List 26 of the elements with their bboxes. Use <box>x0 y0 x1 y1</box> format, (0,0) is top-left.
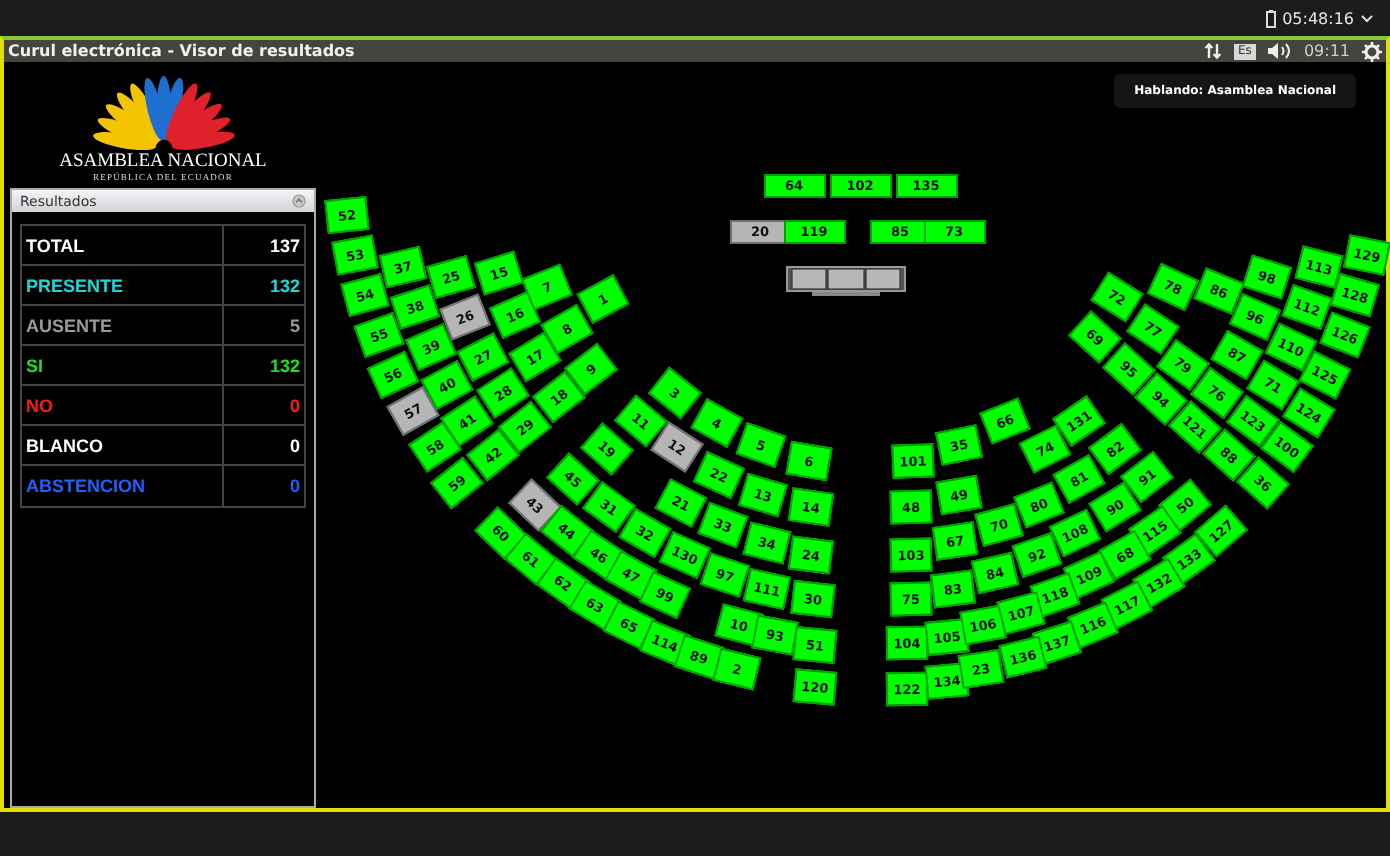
battery-icon <box>1266 9 1277 27</box>
volume-icon[interactable] <box>1267 42 1292 60</box>
result-value: 137 <box>267 233 302 259</box>
network-arrows-icon[interactable] <box>1204 42 1223 60</box>
result-label: TOTAL <box>22 226 224 264</box>
result-value: 132 <box>267 353 302 379</box>
result-value: 5 <box>287 313 302 339</box>
logo-title: ASAMBLEA NACIONAL <box>59 152 267 172</box>
podium-drawing <box>786 266 906 298</box>
panel-menu-icon[interactable] <box>292 194 306 208</box>
chevron-down-icon[interactable] <box>1360 13 1374 23</box>
tray-clock[interactable]: 09:11 <box>1303 42 1350 60</box>
settings-icon[interactable] <box>1362 41 1382 61</box>
result-value: 132 <box>267 273 302 299</box>
result-label: SI <box>22 346 224 384</box>
clock[interactable]: 05:48:16 <box>1282 9 1354 27</box>
result-value: 0 <box>287 393 302 419</box>
logo-fan-drawing <box>91 70 235 150</box>
window-title: Curul electrónica - Visor de resultados <box>8 42 355 60</box>
result-label: PRESENTE <box>22 266 224 304</box>
result-value: 0 <box>287 433 302 459</box>
result-label: NO <box>22 386 224 424</box>
result-label: ABSTENCION <box>22 466 224 506</box>
result-value: 0 <box>287 474 302 500</box>
result-label: AUSENTE <box>22 306 224 344</box>
result-label: BLANCO <box>22 426 224 464</box>
